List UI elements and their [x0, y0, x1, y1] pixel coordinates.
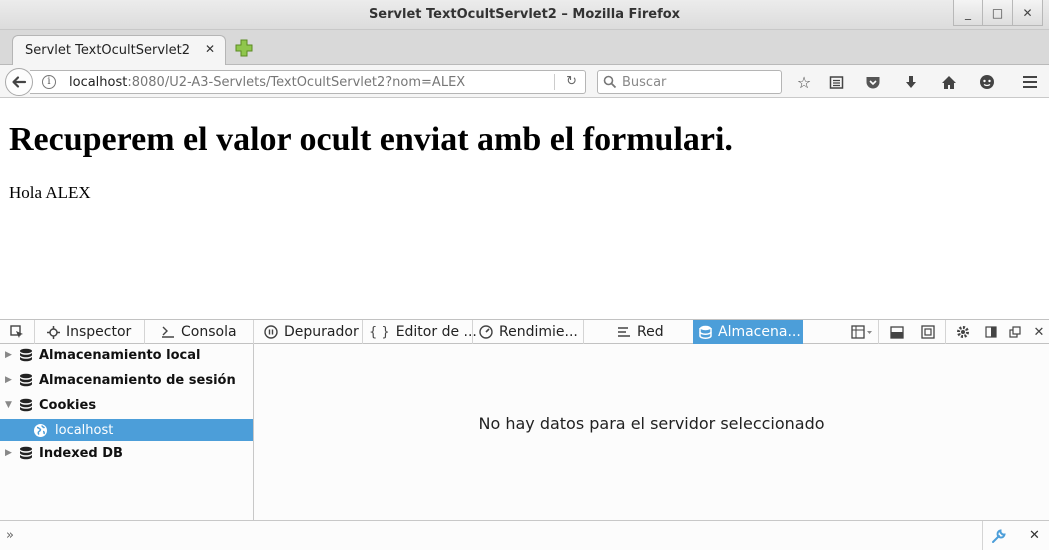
page-heading: Recuperem el valor ocult enviat amb el f… [9, 121, 733, 158]
close-devtools-icon[interactable]: ✕ [1031, 324, 1047, 340]
database-icon [19, 446, 33, 460]
toolbar-divider [982, 521, 983, 550]
menu-icon[interactable] [1020, 72, 1040, 92]
tab-label: Red [637, 324, 664, 340]
close-window-button[interactable]: ✕ [1013, 0, 1043, 26]
tab-storage[interactable]: Almacena... [693, 320, 803, 344]
tree-item-label: Indexed DB [39, 445, 123, 461]
tab-strip: Servlet TextOcultServlet2 ✕ [0, 30, 1049, 66]
minimize-button[interactable]: _ [953, 0, 983, 26]
tab-inspector[interactable]: Inspector [47, 320, 131, 344]
chat-icon[interactable] [977, 72, 997, 92]
close-console-icon[interactable]: ✕ [1029, 528, 1040, 543]
tree-item-local-storage[interactable]: ▶ Almacenamiento local [0, 344, 253, 366]
tab-label: Rendimie... [499, 324, 578, 340]
toolbar-divider [362, 320, 363, 344]
tab-label: Consola [181, 324, 237, 340]
tab-network[interactable]: Red [617, 320, 664, 344]
console-input-bar[interactable]: » ✕ [0, 520, 1049, 550]
tree-item-indexed-db[interactable]: ▶ Indexed DB [0, 442, 253, 464]
storage-icon [699, 325, 712, 339]
greeting-text: Hola ALEX [9, 183, 91, 202]
window-title: Servlet TextOcultServlet2 – Mozilla Fire… [368, 7, 681, 22]
tree-item-label: localhost [55, 422, 114, 438]
tab-style-editor[interactable]: { } Editor de ... [369, 320, 477, 344]
url-text[interactable]: localhost:8080/U2-A3-Servlets/TextOcultS… [69, 75, 465, 90]
navigation-bar: i localhost:8080/U2-A3-Servlets/TextOcul… [0, 65, 1049, 98]
reading-list-icon[interactable] [826, 72, 846, 92]
tree-item-localhost[interactable]: localhost [0, 419, 253, 441]
search-placeholder: Buscar [622, 75, 667, 90]
back-arrow-icon [12, 76, 27, 88]
globe-icon [33, 423, 48, 438]
expand-arrow-icon[interactable]: ▶ [5, 350, 13, 360]
tab-label: Depurador [284, 324, 359, 340]
tab-label: Editor de ... [395, 324, 477, 340]
undock-icon[interactable] [1007, 324, 1023, 340]
network-icon [617, 326, 631, 338]
url-bar[interactable]: i localhost:8080/U2-A3-Servlets/TextOcul… [30, 70, 586, 94]
browser-tab[interactable]: Servlet TextOcultServlet2 ✕ [12, 35, 226, 66]
toolbar-divider [878, 320, 879, 344]
url-divider [554, 74, 555, 90]
tree-item-label: Almacenamiento de sesión [39, 372, 236, 388]
home-icon[interactable] [939, 72, 959, 92]
tab-close-icon[interactable]: ✕ [205, 42, 215, 56]
tab-console[interactable]: Consola [161, 320, 237, 344]
tab-performance[interactable]: Rendimie... [479, 320, 578, 344]
tab-title: Servlet TextOcultServlet2 [25, 43, 191, 58]
new-tab-icon[interactable] [234, 38, 254, 58]
console-icon [161, 326, 175, 338]
toolbar-divider [472, 320, 473, 344]
dock-side-icon[interactable] [983, 324, 999, 340]
url-path: :8080/U2-A3-Servlets/TextOcultServlet2?n… [127, 75, 466, 90]
url-host: localhost [69, 75, 128, 90]
expand-arrow-icon[interactable]: ▶ [5, 448, 13, 458]
search-icon [603, 75, 617, 89]
inspector-icon [47, 325, 60, 339]
tree-item-label: Almacenamiento local [39, 347, 201, 363]
gear-icon[interactable] [955, 324, 971, 340]
pocket-icon[interactable] [863, 72, 883, 92]
storage-tree: ▶ Almacenamiento local ▶ Almacenamiento … [0, 344, 254, 520]
frame-select-icon[interactable] [850, 324, 874, 340]
page-content: Recuperem el valor ocult enviat amb el f… [0, 99, 1049, 319]
collapse-arrow-icon[interactable]: ▼ [5, 400, 13, 410]
debugger-icon [264, 325, 278, 339]
back-button[interactable] [5, 68, 33, 96]
wrench-icon[interactable] [991, 528, 1007, 548]
tree-item-session-storage[interactable]: ▶ Almacenamiento de sesión [0, 369, 253, 391]
toolbar-divider [253, 320, 254, 344]
database-icon [19, 373, 33, 387]
tab-label: Inspector [66, 324, 132, 340]
console-prompt-icon: » [6, 528, 14, 543]
site-info-icon[interactable]: i [42, 75, 56, 89]
window-titlebar: Servlet TextOcultServlet2 – Mozilla Fire… [0, 0, 1049, 30]
maximize-button[interactable]: □ [983, 0, 1013, 26]
database-icon [19, 348, 33, 362]
toolbar-divider [144, 320, 145, 344]
devtools-toolbar: Inspector Consola Depurador { } Editor d… [0, 319, 1049, 344]
database-icon [19, 398, 33, 412]
screenshot-icon[interactable] [920, 324, 936, 340]
tab-debugger[interactable]: Depurador [264, 320, 359, 344]
braces-icon: { } [369, 324, 390, 340]
tab-label: Almacena... [718, 324, 801, 340]
star-icon[interactable]: ☆ [794, 72, 814, 92]
reload-icon[interactable]: ↻ [566, 74, 577, 89]
tree-item-label: Cookies [39, 397, 97, 413]
storage-table-panel: No hay datos para el servidor selecciona… [254, 344, 1049, 520]
element-picker-icon[interactable] [9, 324, 25, 340]
expand-arrow-icon[interactable]: ▶ [5, 375, 13, 385]
window-controls: _ □ ✕ [953, 0, 1043, 26]
tree-item-cookies[interactable]: ▼ Cookies [0, 394, 253, 416]
toolbar-divider [583, 320, 584, 344]
download-icon[interactable] [901, 72, 921, 92]
gauge-icon [479, 325, 493, 339]
toolbar-divider [945, 320, 946, 344]
toolbar-divider [34, 320, 35, 344]
empty-message: No hay datos para el servidor selecciona… [478, 414, 825, 433]
search-input[interactable]: Buscar [597, 70, 782, 94]
responsive-mode-icon[interactable] [889, 324, 905, 340]
